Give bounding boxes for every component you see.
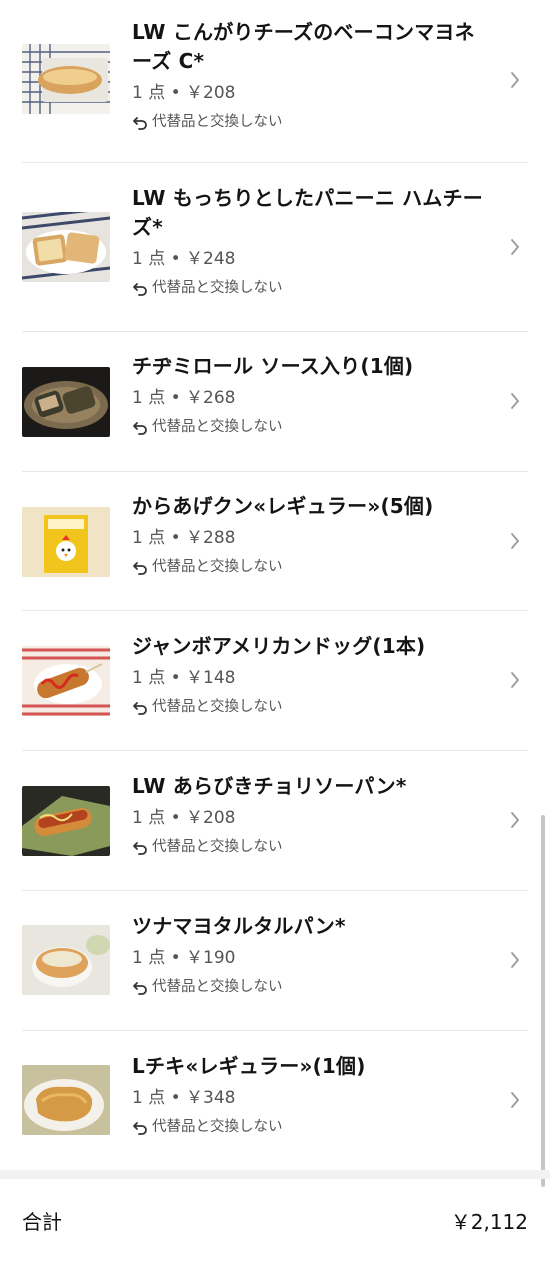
corn-dog-photo <box>22 646 110 716</box>
chevron-right-icon <box>511 812 520 828</box>
section-separator <box>0 1170 550 1179</box>
undo-icon <box>133 842 147 855</box>
tuna-bread-photo <box>22 925 110 995</box>
item-quantity-price: 1 点 • ￥148 <box>132 668 236 688</box>
chevron-right-icon <box>511 952 520 968</box>
divider <box>22 890 528 891</box>
chevron-right-icon <box>511 393 520 409</box>
item-quantity-price: 1 点 • ￥268 <box>132 388 236 408</box>
chevron-right-icon <box>511 533 520 549</box>
divider <box>22 750 528 751</box>
order-item[interactable]: LW もっちりとしたパニーニ ハムチーズ* 1 点 • ￥248 代替品と交換し… <box>0 164 550 330</box>
order-item[interactable]: ツナマヨタルタルパン* 1 点 • ￥190 代替品と交換しない <box>0 892 550 1030</box>
order-item[interactable]: LW こんがりチーズのベーコンマヨネーズ C* 1 点 • ￥208 代替品と交… <box>0 16 550 162</box>
item-name: からあげクン«レギュラー»(5個) <box>132 494 434 518</box>
substitution-label: 代替品と交換しない <box>152 419 283 435</box>
substitution-label: 代替品と交換しない <box>152 979 283 995</box>
substitution-note: 代替品と交換しない <box>132 112 494 132</box>
substitution-label: 代替品と交換しない <box>152 839 283 855</box>
item-name: LW こんがりチーズのベーコンマヨネーズ C* <box>132 20 475 73</box>
item-name: チヂミロール ソース入り(1個) <box>132 354 414 378</box>
total-row: 合計 ￥2,112 <box>0 1179 550 1261</box>
substitution-label: 代替品と交換しない <box>152 699 283 715</box>
chijimi-roll-photo <box>22 367 110 437</box>
item-quantity-price: 1 点 • ￥248 <box>132 249 236 269</box>
undo-icon <box>133 283 147 296</box>
chevron-right-icon <box>511 1092 520 1108</box>
karaage-box-photo <box>22 507 110 577</box>
item-name: LW あらびきチョリソーパン* <box>132 774 407 798</box>
bread-roll-photo <box>22 44 110 114</box>
divider <box>22 610 528 611</box>
order-item[interactable]: Lチキ«レギュラー»(1個) 1 点 • ￥348 代替品と交換しない <box>0 1032 550 1170</box>
total-label: 合計 <box>22 1210 62 1234</box>
total-value: ￥2,112 <box>450 1210 528 1234</box>
substitution-note: 代替品と交換しない <box>132 837 494 857</box>
item-quantity-price: 1 点 • ￥288 <box>132 528 236 548</box>
substitution-note: 代替品と交換しない <box>132 278 494 298</box>
substitution-label: 代替品と交換しない <box>152 559 283 575</box>
substitution-label: 代替品と交換しない <box>152 1119 283 1135</box>
sausage-bread-photo <box>22 786 110 856</box>
substitution-note: 代替品と交換しない <box>132 977 494 997</box>
substitution-note: 代替品と交換しない <box>132 1117 494 1137</box>
order-item[interactable]: LW あらびきチョリソーパン* 1 点 • ￥208 代替品と交換しない <box>0 752 550 890</box>
undo-icon <box>133 117 147 130</box>
panini-photo <box>22 212 110 282</box>
substitution-note: 代替品と交換しない <box>132 697 494 717</box>
divider <box>22 1030 528 1031</box>
item-quantity-price: 1 点 • ￥190 <box>132 948 236 968</box>
fried-chicken-photo <box>22 1065 110 1135</box>
item-quantity-price: 1 点 • ￥208 <box>132 83 236 103</box>
chevron-right-icon <box>511 672 520 688</box>
undo-icon <box>133 562 147 575</box>
item-name: LW もっちりとしたパニーニ ハムチーズ* <box>132 186 483 239</box>
substitution-note: 代替品と交換しない <box>132 557 494 577</box>
item-name: Lチキ«レギュラー»(1個) <box>132 1054 366 1078</box>
order-item[interactable]: チヂミロール ソース入り(1個) 1 点 • ￥268 代替品と交換しない <box>0 332 550 470</box>
item-name: ジャンボアメリカンドッグ(1本) <box>132 634 426 658</box>
item-name: ツナマヨタルタルパン* <box>132 914 346 938</box>
undo-icon <box>133 702 147 715</box>
substitution-note: 代替品と交換しない <box>132 417 494 437</box>
order-item[interactable]: ジャンボアメリカンドッグ(1本) 1 点 • ￥148 代替品と交換しない <box>0 612 550 750</box>
divider <box>22 162 528 163</box>
undo-icon <box>133 422 147 435</box>
chevron-right-icon <box>511 239 520 255</box>
item-quantity-price: 1 点 • ￥348 <box>132 1088 236 1108</box>
scrollbar[interactable] <box>541 815 545 1187</box>
undo-icon <box>133 1122 147 1135</box>
item-quantity-price: 1 点 • ￥208 <box>132 808 236 828</box>
substitution-label: 代替品と交換しない <box>152 280 283 296</box>
chevron-right-icon <box>511 72 520 88</box>
undo-icon <box>133 982 147 995</box>
order-item[interactable]: からあげクン«レギュラー»(5個) 1 点 • ￥288 代替品と交換しない <box>0 472 550 610</box>
substitution-label: 代替品と交換しない <box>152 114 283 130</box>
